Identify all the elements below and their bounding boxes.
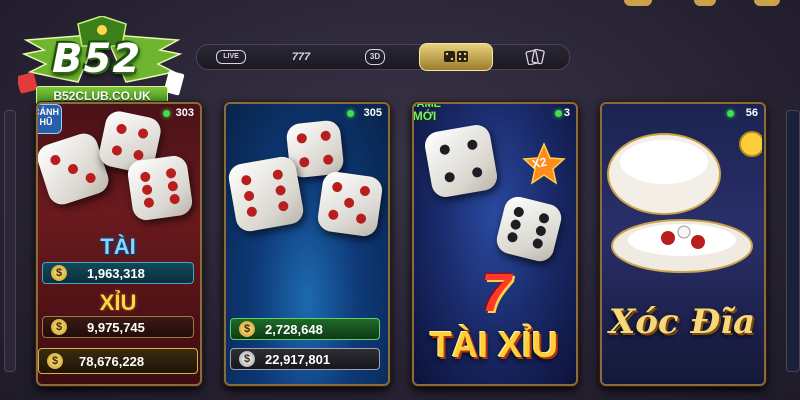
- scroll-right-stub: [786, 110, 800, 372]
- game-card-tai-xiu-hu[interactable]: 303 CÁNH HŨ TÀI $ 1,963,318 XỈU $ 9,975,…: [36, 102, 202, 386]
- jackpot-value: 78,676,228: [79, 353, 145, 369]
- bowl-and-plate-icon: [607, 131, 762, 273]
- scroll-left-stub: [4, 110, 16, 372]
- tai-value: 1,963,318: [87, 265, 145, 281]
- seven-symbol: 7: [480, 263, 512, 323]
- new-game-badge: GAME MỚI: [412, 104, 441, 123]
- tai-amount: $ 1,963,318: [42, 262, 194, 284]
- die-3: [316, 170, 384, 238]
- game-card-tai-xiu-3d[interactable]: 305 $ 2,728,648 $ 22,917,801: [224, 102, 390, 386]
- amount-2: $ 22,917,801: [230, 348, 380, 370]
- hu-badge-label: HŨ: [39, 117, 53, 127]
- coin-icon: $: [47, 353, 63, 369]
- logo-text: B52: [52, 36, 142, 82]
- die-3: [126, 154, 194, 222]
- player-count: 305: [363, 107, 382, 119]
- jackpot-amount: $ 78,676,228: [38, 348, 198, 374]
- die-1: [422, 122, 500, 200]
- online-dot: [347, 110, 354, 117]
- coin-icon: $: [239, 321, 255, 337]
- game-title: TÀI XỈU: [429, 324, 558, 365]
- xiu-value: 9,975,745: [87, 319, 145, 335]
- cards-icon: [525, 49, 545, 65]
- tab-cards[interactable]: [515, 45, 555, 69]
- online-dot: [727, 110, 734, 117]
- player-count: 303: [175, 107, 194, 119]
- amount-2-value: 22,917,801: [265, 351, 331, 367]
- game-card-xoc-dia[interactable]: 56 Xóc Đĩa: [600, 102, 766, 386]
- tai-label: TÀI: [100, 234, 136, 259]
- top-stub-3: [754, 0, 780, 6]
- coin-icon: $: [239, 351, 255, 367]
- tab-live[interactable]: LIVE: [209, 45, 253, 69]
- slot-icon: 777: [291, 51, 311, 63]
- live-icon: LIVE: [216, 50, 246, 64]
- game-card-tai-xiu-moi[interactable]: GAME MỚI 3 X2 7 TÀI XỈU: [412, 102, 578, 386]
- online-dot: [163, 110, 170, 117]
- tab-dice[interactable]: [419, 43, 493, 71]
- die-2: [226, 154, 306, 234]
- tab-slot[interactable]: 777: [279, 45, 323, 69]
- player-count: 56: [745, 107, 758, 119]
- new-badge-line2: MỚI: [412, 109, 437, 123]
- category-tab-bar: LIVE 777 3D: [196, 43, 570, 71]
- die-2: [493, 193, 565, 265]
- dice-icon: [444, 51, 468, 62]
- coin-icon: $: [51, 319, 67, 335]
- xiu-label: XỈU: [99, 290, 137, 315]
- xiu-amount: $ 9,975,745: [42, 316, 194, 338]
- coin-icon: $: [51, 265, 67, 281]
- tab-3d[interactable]: 3D: [353, 45, 397, 69]
- hu-badge: CÁNH HŨ: [38, 104, 62, 134]
- 3d-icon: 3D: [365, 49, 385, 65]
- multiplier-badge: X2: [530, 154, 548, 172]
- top-stub-2: [694, 0, 716, 6]
- amount-1: $ 2,728,648: [230, 318, 380, 340]
- player-count: 3: [563, 107, 570, 119]
- hu-badge-prefix: CÁNH: [38, 107, 59, 117]
- game-title: Xóc Đĩa: [608, 302, 756, 342]
- top-stub-1: [624, 0, 652, 6]
- online-dot: [555, 110, 562, 117]
- amount-1-value: 2,728,648: [265, 321, 323, 337]
- brand-logo[interactable]: B52 B52CLUB.CO.UK: [18, 16, 186, 112]
